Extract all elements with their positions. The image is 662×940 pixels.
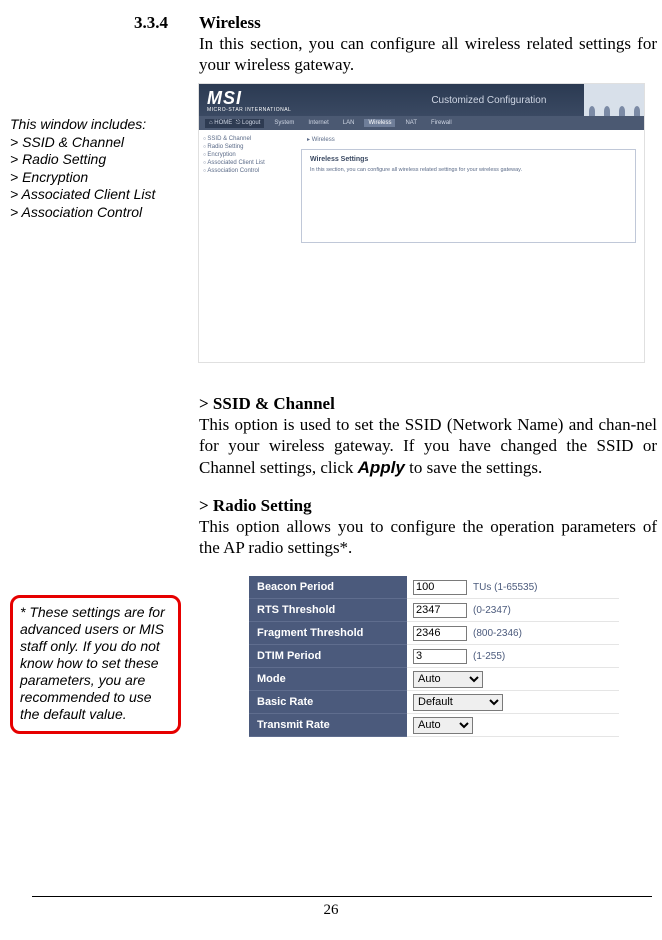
advanced-note: * These settings are for advanced users … [10,595,181,734]
settings-label: RTS Threshold [249,599,407,622]
ssid-text-b: to save the settings. [405,458,542,477]
ssid-heading: > SSID & Channel [199,394,657,414]
tab-firewall[interactable]: Firewall [427,119,456,127]
settings-label: DTIM Period [249,645,407,668]
settings-row: RTS Threshold (0-2347) [249,599,619,622]
msi-logo: MSI MICRO-STAR INTERNATIONAL [199,88,291,113]
settings-row: Transmit Rate Auto [249,714,619,737]
tab-home-label: HOME [214,120,232,126]
router-header: MSI MICRO-STAR INTERNATIONAL Customized … [199,84,644,116]
radio-settings-table: Beacon Period TUs (1-65535) RTS Threshold (… [249,576,619,737]
page-number: 26 [0,902,662,919]
settings-label: Mode [249,668,407,691]
settings-value-cell: Default [407,691,619,714]
panel-desc: In this section, you can configure all w… [310,167,627,174]
settings-label: Transmit Rate [249,714,407,737]
logo-subtext: MICRO-STAR INTERNATIONAL [207,107,291,113]
settings-input[interactable] [413,626,467,641]
tab-lan[interactable]: LAN [339,119,359,127]
side-encryption[interactable]: Encryption [203,152,293,158]
settings-select[interactable]: Auto [413,717,473,734]
header-caption: Customized Configuration [431,95,546,106]
tab-nat[interactable]: NAT [401,119,421,127]
ssid-block: > SSID & Channel This option is used to … [199,394,657,478]
side-radio[interactable]: Radio Setting [203,144,293,150]
includes-item-0: > SSID & Channel [10,134,190,152]
wireless-settings-panel: Wireless Settings In this section, you c… [301,149,636,243]
settings-label: Basic Rate [249,691,407,714]
includes-block: This window includes: > SSID & Channel >… [10,116,190,221]
tab-system[interactable]: System [270,119,298,127]
ssid-text: This option is used to set the SSID (Net… [199,414,657,478]
settings-value-cell: Auto [407,714,619,737]
settings-select[interactable]: Auto [413,671,483,688]
manual-page: 3.3.4 Wireless In this section, you can … [0,0,662,940]
radio-heading: > Radio Setting [199,496,657,516]
logo-text: MSI [207,88,242,108]
settings-row: Fragment Threshold (800-2346) [249,622,619,645]
section-title: Wireless [199,13,261,33]
apply-word: Apply [358,458,405,477]
settings-hint: (0-2347) [473,605,511,616]
header-photo [584,84,644,116]
side-ssid[interactable]: SSID & Channel [203,136,293,142]
settings-input[interactable] [413,580,467,595]
settings-value-cell: TUs (1-65535) [407,576,619,599]
settings-value-cell: (0-2347) [407,599,619,622]
router-main: Wireless Wireless Settings In this secti… [297,130,644,362]
settings-input[interactable] [413,603,467,618]
settings-label: Fragment Threshold [249,622,407,645]
router-sidebar: SSID & Channel Radio Setting Encryption … [199,130,297,362]
includes-item-1: > Radio Setting [10,151,190,169]
settings-hint: (800-2346) [473,628,522,639]
tab-logout-label: Logout [242,120,260,126]
breadcrumb: Wireless [307,136,636,143]
settings-value-cell: (1-255) [407,645,619,668]
settings-row: Beacon Period TUs (1-65535) [249,576,619,599]
settings-value-cell: (800-2346) [407,622,619,645]
section-number: 3.3.4 [134,13,168,33]
includes-item-2: > Encryption [10,169,190,187]
settings-hint: (1-255) [473,651,505,662]
includes-item-4: > Association Control [10,204,190,222]
settings-row: DTIM Period (1-255) [249,645,619,668]
tab-home[interactable]: ⌂ HOME ⎋ Logout [205,119,264,128]
settings-select[interactable]: Default [413,694,503,711]
panel-heading: Wireless Settings [310,156,627,163]
settings-label: Beacon Period [249,576,407,599]
includes-item-3: > Associated Client List [10,186,190,204]
includes-heading: This window includes: [10,116,190,134]
router-tabs: ⌂ HOME ⎋ Logout System Internet LAN Wire… [199,116,644,130]
settings-row: Basic Rate Default [249,691,619,714]
tab-wireless[interactable]: Wireless [364,119,395,127]
footer-rule [32,896,652,897]
radio-block: > Radio Setting This option allows you t… [199,496,657,559]
tab-internet[interactable]: Internet [304,119,332,127]
settings-value-cell: Auto [407,668,619,691]
radio-text: This option allows you to configure the … [199,516,657,559]
settings-row: Mode Auto [249,668,619,691]
settings-hint: TUs (1-65535) [473,582,537,593]
section-intro: In this section, you can configure all w… [199,33,657,76]
settings-input[interactable] [413,649,467,664]
side-assoc-control[interactable]: Association Control [203,168,293,174]
side-clientlist[interactable]: Associated Client List [203,160,293,166]
router-body: SSID & Channel Radio Setting Encryption … [199,130,644,362]
router-ui-screenshot: MSI MICRO-STAR INTERNATIONAL Customized … [199,84,644,362]
